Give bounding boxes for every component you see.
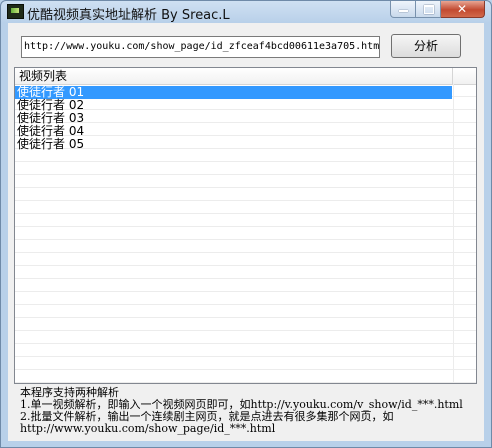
- window-title: 优酷视频真实地址解析 By Sreac.L: [27, 8, 230, 23]
- info-line-4: http://www.youku.com/show_page/id_***.ht…: [20, 422, 276, 435]
- url-input[interactable]: http://www.youku.com/show_page/id_zfceaf…: [21, 36, 380, 58]
- client-area: http://www.youku.com/show_page/id_zfceaf…: [8, 23, 484, 441]
- parse-button[interactable]: 分析: [391, 34, 461, 58]
- info-text: 本程序支持两种解析 1.单一视频解析，即输入一个视频网页即可，如http://v…: [20, 387, 480, 435]
- minimize-button[interactable]: [390, 1, 416, 18]
- maximize-button[interactable]: [416, 1, 441, 18]
- close-icon: ✕: [457, 2, 468, 16]
- close-button[interactable]: ✕: [441, 1, 485, 18]
- minimize-icon: [399, 10, 408, 12]
- list-item[interactable]: 使徒行者 05: [15, 138, 452, 151]
- column-header-video-list[interactable]: 视频列表: [15, 68, 453, 84]
- list-header: 视频列表: [15, 68, 476, 85]
- video-list[interactable]: 视频列表 使徒行者 01 使徒行者 02 使徒行者 03 使徒行者 04 使徒行…: [14, 67, 477, 384]
- app-icon: [7, 4, 24, 19]
- app-window: 优酷视频真实地址解析 By Sreac.L ✕ http://www.youku…: [0, 0, 492, 448]
- title-bar[interactable]: 优酷视频真实地址解析 By Sreac.L ✕: [1, 1, 491, 23]
- list-rows: 使徒行者 01 使徒行者 02 使徒行者 03 使徒行者 04 使徒行者 05: [15, 86, 476, 151]
- caption-buttons: ✕: [390, 1, 485, 19]
- maximize-icon: [424, 5, 434, 14]
